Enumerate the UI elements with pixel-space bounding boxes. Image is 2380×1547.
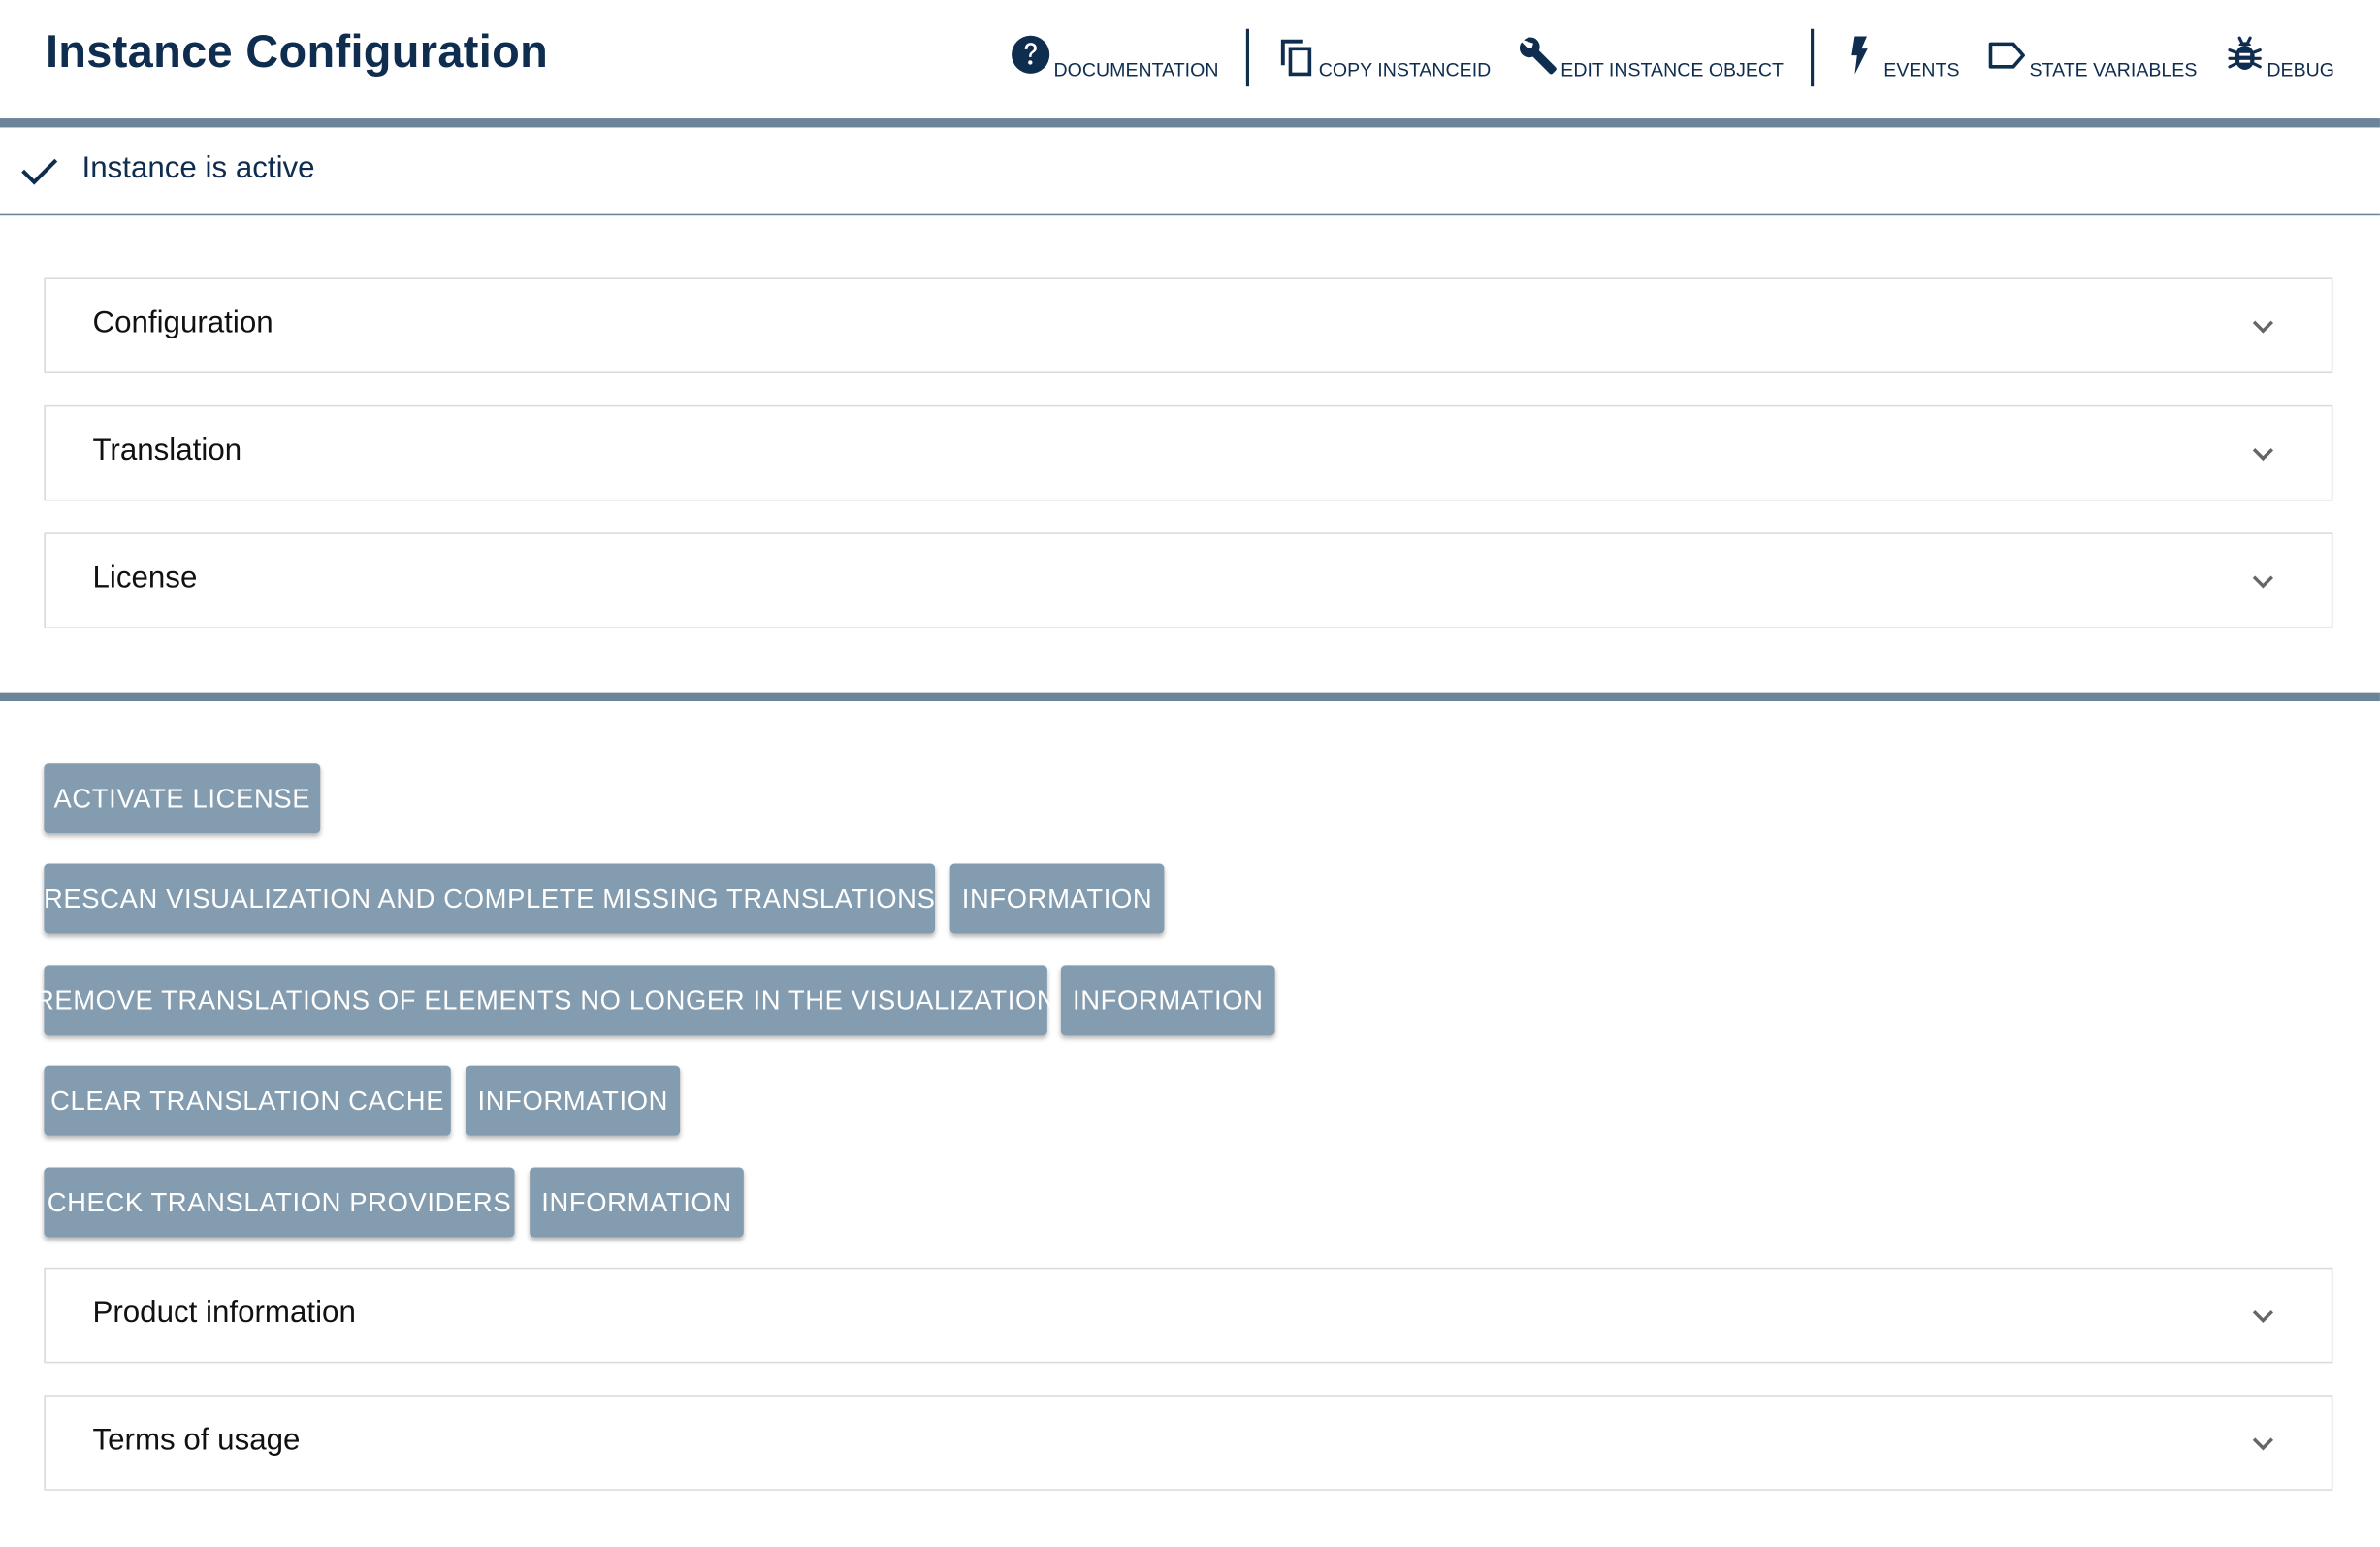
state-variables-button[interactable]: STATE VARIABLES — [1987, 32, 2198, 83]
remove-translations-button[interactable]: REMOVE TRANSLATIONS OF ELEMENTS NO LONGE… — [35, 965, 1056, 1036]
toolbar-divider — [1245, 28, 1249, 87]
copy-instanceid-label: COPY INSTANCEID — [1318, 59, 1492, 81]
tag-icon — [1988, 42, 2026, 69]
chevron-down-icon — [2252, 320, 2274, 334]
edit-instance-object-label: EDIT INSTANCE OBJECT — [1560, 59, 1784, 81]
check-translation-providers-button[interactable]: CHECK TRANSLATION PROVIDERS — [44, 1167, 515, 1238]
documentation-label: DOCUMENTATION — [1053, 59, 1219, 81]
wrench-icon — [1520, 37, 1558, 75]
copy-icon — [1280, 39, 1311, 77]
copy-instanceid-button[interactable]: COPY INSTANCEID — [1276, 32, 1491, 83]
clear-cache-information-button[interactable]: INFORMATION — [466, 1065, 681, 1136]
panel-translation[interactable]: Translation — [44, 404, 2333, 501]
page-title: Instance Configuration — [45, 27, 549, 78]
toolbar-divider — [1811, 28, 1815, 87]
chevron-down-icon — [2252, 1309, 2274, 1323]
header-divider-band — [0, 118, 2380, 128]
debug-button[interactable]: DEBUG — [2225, 32, 2334, 83]
panel-translation-label: Translation — [92, 434, 242, 468]
check-icon — [21, 158, 58, 185]
status-text: Instance is active — [81, 151, 315, 185]
chevron-down-icon — [2252, 1437, 2274, 1451]
clear-translation-cache-button[interactable]: CLEAR TRANSLATION CACHE — [44, 1065, 451, 1136]
panel-product-information-label: Product information — [92, 1296, 356, 1330]
activate-license-button[interactable]: ACTIVATE LICENSE — [44, 763, 321, 834]
edit-instance-object-button[interactable]: EDIT INSTANCE OBJECT — [1518, 32, 1784, 83]
panel-license[interactable]: License — [44, 532, 2333, 628]
chevron-down-icon — [2252, 448, 2274, 462]
lightning-icon — [1851, 36, 1868, 75]
documentation-button[interactable]: DOCUMENTATION — [1012, 32, 1219, 83]
panel-license-label: License — [92, 562, 198, 596]
events-button[interactable]: EVENTS — [1841, 32, 1960, 83]
bug-icon — [2227, 36, 2262, 70]
instance-configuration-page: Instance Configuration DOCUMENTATION COP… — [0, 0, 2380, 1547]
panel-product-information[interactable]: Product information — [44, 1267, 2333, 1364]
debug-label: DEBUG — [2267, 59, 2334, 81]
section-divider-band — [0, 692, 2380, 702]
panel-configuration-label: Configuration — [92, 306, 273, 340]
panel-terms-of-usage[interactable]: Terms of usage — [44, 1395, 2333, 1491]
rescan-visualization-button[interactable]: RESCAN VISUALIZATION AND COMPLETE MISSIN… — [44, 863, 936, 934]
panel-terms-of-usage-label: Terms of usage — [92, 1423, 301, 1458]
chevron-down-icon — [2252, 575, 2274, 589]
rescan-information-button[interactable]: INFORMATION — [949, 863, 1165, 934]
toolbar: DOCUMENTATION COPY INSTANCEID EDIT INSTA… — [984, 27, 2334, 88]
panel-configuration[interactable]: Configuration — [44, 277, 2333, 373]
state-variables-label: STATE VARIABLES — [2029, 59, 2198, 81]
help-circle-icon — [1012, 35, 1050, 74]
check-providers-information-button[interactable]: INFORMATION — [530, 1167, 744, 1238]
instance-status: Instance is active — [0, 127, 2380, 216]
events-label: EVENTS — [1883, 59, 1960, 81]
remove-translations-information-button[interactable]: INFORMATION — [1060, 965, 1275, 1036]
header: Instance Configuration DOCUMENTATION COP… — [0, 0, 2380, 118]
